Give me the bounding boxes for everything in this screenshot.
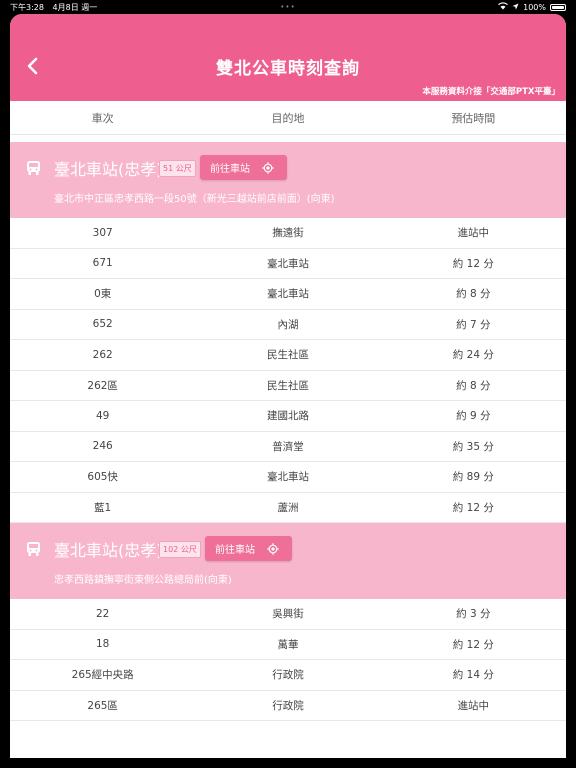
- eta: 約 24 分: [452, 349, 494, 362]
- route-number: 265經中央路: [71, 669, 134, 682]
- station-header: 臺北車站(忠孝) 102 公尺 前往車站 忠孝西路鎮撫寧街東側公路總局前(向東): [10, 523, 566, 599]
- column-destination: 目的地: [271, 111, 305, 125]
- table-row[interactable]: 671 臺北車站 約 12 分: [10, 249, 566, 279]
- bus-icon: [26, 160, 41, 180]
- column-route: 車次: [91, 111, 114, 125]
- eta: 約 8 分: [456, 379, 491, 392]
- go-to-station-label: 前往車站: [210, 164, 250, 175]
- destination: 內湖: [277, 318, 299, 331]
- eta: 約 3 分: [456, 608, 491, 621]
- table-row[interactable]: 22 吳興街 約 3 分: [10, 599, 566, 630]
- status-date: 4月8日 週一: [52, 2, 98, 12]
- station-name: 臺北車站(忠孝): [54, 160, 163, 179]
- wifi-icon: [498, 2, 509, 12]
- route-number: 307: [92, 226, 113, 239]
- arrival-list: 22 吳興街約 3 分 18 萬華約 12 分 265經中央路 行政院約 14 分 2…: [10, 599, 566, 721]
- go-to-station-button[interactable]: 前往車站: [200, 155, 287, 180]
- bus-icon: [26, 541, 41, 561]
- arrival-list: 307 撫遠街 進站中 671 臺北車站約 12 分 0東 臺北車站約 8 分 652 內…: [10, 218, 566, 523]
- eta: 約 12 分: [452, 638, 494, 651]
- status-bar: 下午3:28 4月8日 週一 ••• 100%: [0, 0, 576, 14]
- destination: 民生社區: [266, 379, 309, 392]
- station-name: 臺北車站(忠孝): [54, 541, 163, 560]
- go-to-station-label: 前往車站: [215, 545, 255, 556]
- crosshair-icon: [267, 542, 279, 555]
- eta: 約 12 分: [452, 501, 494, 514]
- eta: 約 12 分: [452, 257, 494, 270]
- route-number: 265區: [87, 699, 118, 712]
- table-row[interactable]: 262區 民生社區 約 8 分: [10, 371, 566, 401]
- table-row[interactable]: 265區 行政院 進站中: [10, 691, 566, 721]
- distance-badge: 51 公尺: [159, 160, 196, 177]
- route-number: 藍1: [94, 501, 112, 514]
- data-source-credit[interactable]: 本服務資料介接「交通部PTX平臺」: [422, 85, 560, 97]
- route-number: 0東: [94, 288, 112, 301]
- battery-icon: [550, 3, 566, 11]
- route-number: 22: [95, 607, 110, 620]
- station-header: 臺北車站(忠孝) 51 公尺 前往車站 臺北市中正區忠孝西路一段50號（新光三越…: [10, 142, 566, 218]
- battery-percent: 100%: [523, 2, 546, 12]
- destination: 民生社區: [266, 349, 309, 362]
- station-address: 忠孝西路鎮撫寧街東側公路總局前(向東): [54, 575, 232, 586]
- route-number: 671: [92, 257, 113, 270]
- eta: 進站中: [457, 227, 490, 240]
- route-number: 18: [95, 638, 110, 651]
- destination: 行政院: [272, 699, 304, 712]
- destination: 臺北車站: [266, 471, 309, 484]
- table-row[interactable]: 262 民生社區 約 24 分: [10, 340, 566, 371]
- destination: 蘆洲: [277, 501, 299, 514]
- column-eta: 預估時間: [451, 111, 496, 125]
- destination: 臺北車站: [266, 288, 309, 301]
- distance-badge: 102 公尺: [159, 541, 201, 558]
- table-row[interactable]: 18 萬華 約 12 分: [10, 630, 566, 660]
- route-number: 246: [92, 440, 113, 453]
- column-header: 車次 目的地 預估時間: [10, 101, 566, 135]
- destination: 建國北路: [266, 410, 309, 423]
- table-row[interactable]: 307 撫遠街 進站中: [10, 218, 566, 249]
- table-row[interactable]: 605快 臺北車站 約 89 分: [10, 462, 566, 493]
- eta: 約 14 分: [452, 669, 494, 682]
- status-time: 下午3:28: [10, 2, 44, 12]
- eta: 約 7 分: [456, 318, 491, 331]
- table-row[interactable]: 0東 臺北車站 約 8 分: [10, 279, 566, 310]
- table-row[interactable]: 265經中央路 行政院 約 14 分: [10, 660, 566, 691]
- page-title: 雙北公車時刻查詢: [216, 59, 360, 79]
- eta: 約 9 分: [456, 410, 491, 423]
- route-number: 262: [92, 348, 113, 361]
- go-to-station-button[interactable]: 前往車站: [205, 536, 292, 561]
- route-number: 262區: [87, 379, 118, 392]
- status-left: 下午3:28 4月8日 週一: [10, 2, 103, 13]
- eta: 進站中: [457, 699, 490, 712]
- destination: 行政院: [272, 669, 304, 682]
- location-icon: [512, 3, 519, 12]
- table-row[interactable]: 49 建國北路 約 9 分: [10, 401, 566, 432]
- eta: 約 89 分: [452, 471, 494, 484]
- crosshair-icon: [262, 161, 274, 174]
- station-address: 臺北市中正區忠孝西路一段50號（新光三越站前店前面）(向東): [54, 194, 335, 205]
- route-number: 49: [95, 409, 110, 422]
- app-sheet: 雙北公車時刻查詢 本服務資料介接「交通部PTX平臺」 車次 目的地 預估時間 臺…: [10, 14, 566, 758]
- header: 雙北公車時刻查詢 本服務資料介接「交通部PTX平臺」: [10, 14, 566, 101]
- table-row[interactable]: 藍1 蘆洲 約 12 分: [10, 493, 566, 523]
- destination: 吳興街: [272, 608, 304, 621]
- destination: 萬華: [277, 638, 299, 651]
- route-number: 605快: [87, 471, 118, 484]
- table-row[interactable]: 652 內湖 約 7 分: [10, 310, 566, 340]
- route-number: 652: [92, 318, 113, 331]
- multitask-dots-icon: •••: [280, 3, 296, 11]
- eta: 約 35 分: [452, 440, 494, 453]
- destination: 撫遠街: [272, 227, 304, 240]
- destination: 普濟堂: [272, 440, 304, 453]
- status-right: 100%: [498, 2, 566, 12]
- eta: 約 8 分: [456, 288, 491, 301]
- table-row[interactable]: 246 普濟堂 約 35 分: [10, 432, 566, 462]
- destination: 臺北車站: [266, 257, 309, 270]
